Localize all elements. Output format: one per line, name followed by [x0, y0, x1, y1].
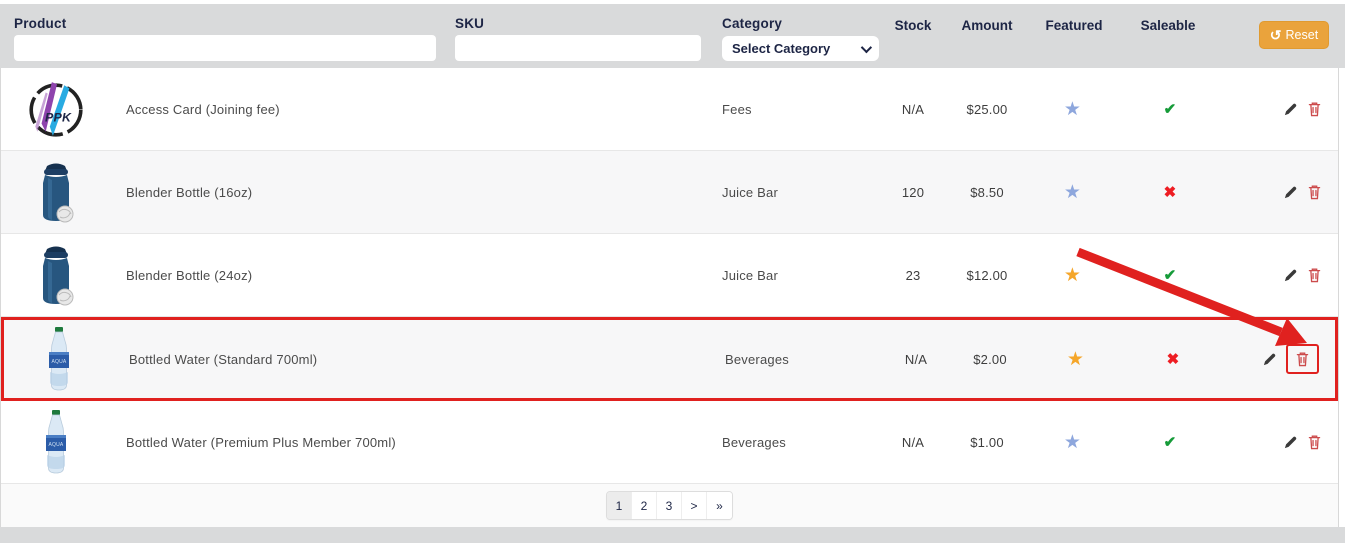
sku-filter-label: SKU — [455, 16, 484, 31]
featured-star-icon[interactable]: ★ — [1033, 350, 1118, 369]
row-actions — [1225, 184, 1338, 200]
product-image-cell: AQUA — [1, 409, 110, 475]
chevron-down-icon — [861, 41, 872, 52]
edit-pencil-icon[interactable] — [1283, 102, 1298, 117]
product-image-cell — [1, 160, 110, 224]
page-button-2[interactable]: 2 — [632, 492, 657, 519]
delete-trash-icon[interactable] — [1307, 101, 1322, 117]
sku-filter-input[interactable] — [455, 35, 701, 61]
blender-bottle-image — [33, 160, 79, 224]
edit-pencil-icon[interactable] — [1262, 352, 1277, 367]
table-footer: 1 2 3 > » — [0, 484, 1339, 527]
featured-column-header: Featured — [1030, 18, 1118, 33]
saleable-check-icon[interactable]: ✔ — [1115, 435, 1225, 450]
product-name: Blender Bottle (16oz) — [110, 185, 722, 200]
table-row: AQUA Bottled Water (Premium Plus Member … — [1, 401, 1338, 484]
saleable-cross-icon[interactable]: ✖ — [1118, 352, 1228, 367]
page-button-next[interactable]: > — [682, 492, 707, 519]
product-amount: $1.00 — [944, 435, 1030, 450]
product-name: Blender Bottle (24oz) — [110, 268, 722, 283]
product-name: Access Card (Joining fee) — [110, 102, 722, 117]
saleable-check-icon[interactable]: ✔ — [1115, 102, 1225, 117]
reset-undo-icon: ↺ — [1270, 28, 1282, 42]
filter-bar: Product SKU Category Select Category Sto… — [0, 4, 1345, 68]
product-image-cell: PPK — [1, 78, 110, 140]
featured-star-icon[interactable]: ★ — [1030, 100, 1115, 119]
blender-bottle-image — [33, 243, 79, 307]
product-name: Bottled Water (Premium Plus Member 700ml… — [110, 435, 722, 450]
category-filter-label: Category — [722, 16, 782, 31]
edit-pencil-icon[interactable] — [1283, 435, 1298, 450]
svg-text:AQUA: AQUA — [48, 442, 63, 448]
product-category: Juice Bar — [722, 268, 882, 283]
product-filter-input[interactable] — [14, 35, 436, 61]
delete-trash-icon[interactable] — [1307, 267, 1322, 283]
product-stock: 120 — [882, 185, 944, 200]
featured-star-icon[interactable]: ★ — [1030, 183, 1115, 202]
reset-button-label: Reset — [1286, 28, 1319, 42]
product-amount: $2.00 — [947, 352, 1033, 367]
edit-pencil-icon[interactable] — [1283, 268, 1298, 283]
product-category: Beverages — [722, 435, 882, 450]
pagination: 1 2 3 > » — [606, 491, 733, 520]
ppk-logo-image: PPK — [25, 78, 87, 140]
table-row: Blender Bottle (16oz) Juice Bar 120 $8.5… — [1, 151, 1338, 234]
product-filter-label: Product — [14, 16, 66, 31]
edit-pencil-icon[interactable] — [1283, 185, 1298, 200]
product-category: Juice Bar — [722, 185, 882, 200]
row-actions — [1225, 101, 1338, 117]
products-table: PPK Access Card (Joining fee) Fees N/A $… — [0, 68, 1339, 484]
featured-star-icon[interactable]: ★ — [1030, 266, 1115, 285]
row-actions — [1228, 344, 1335, 374]
page-button-3[interactable]: 3 — [657, 492, 682, 519]
table-row: PPK Access Card (Joining fee) Fees N/A $… — [1, 68, 1338, 151]
delete-trash-icon[interactable] — [1307, 184, 1322, 200]
table-row: Blender Bottle (24oz) Juice Bar 23 $12.0… — [1, 234, 1338, 317]
page-button-1[interactable]: 1 — [607, 492, 632, 519]
product-name: Bottled Water (Standard 700ml) — [113, 352, 725, 367]
delete-trash-icon[interactable] — [1307, 434, 1322, 450]
product-amount: $12.00 — [944, 268, 1030, 283]
category-select[interactable]: Select Category — [722, 36, 879, 61]
page-button-last[interactable]: » — [707, 492, 732, 519]
saleable-cross-icon[interactable]: ✖ — [1115, 185, 1225, 200]
row-actions — [1225, 267, 1338, 283]
product-stock: N/A — [882, 435, 944, 450]
svg-text:PPK: PPK — [45, 110, 72, 124]
featured-star-icon[interactable]: ★ — [1030, 433, 1115, 452]
product-stock: N/A — [885, 352, 947, 367]
page-background-strip — [0, 527, 1345, 543]
water-bottle-image: AQUA — [41, 409, 71, 475]
product-category: Beverages — [725, 352, 885, 367]
saleable-column-header: Saleable — [1118, 18, 1218, 33]
table-row-highlighted: AQUA Bottled Water (Standard 700ml) Beve… — [1, 317, 1338, 401]
product-amount: $8.50 — [944, 185, 1030, 200]
product-image-cell: AQUA — [4, 326, 113, 392]
product-amount: $25.00 — [944, 102, 1030, 117]
product-category: Fees — [722, 102, 882, 117]
reset-button[interactable]: ↺ Reset — [1259, 21, 1329, 49]
product-stock: N/A — [882, 102, 944, 117]
product-stock: 23 — [882, 268, 944, 283]
products-page: Product SKU Category Select Category Sto… — [0, 0, 1345, 543]
delete-trash-icon-highlighted[interactable] — [1286, 344, 1319, 374]
category-select-value: Select Category — [732, 41, 830, 56]
stock-column-header: Stock — [882, 18, 944, 33]
svg-text:AQUA: AQUA — [51, 359, 66, 365]
amount-column-header: Amount — [944, 18, 1030, 33]
product-image-cell — [1, 243, 110, 307]
saleable-check-icon[interactable]: ✔ — [1115, 268, 1225, 283]
water-bottle-image: AQUA — [44, 326, 74, 392]
row-actions — [1225, 434, 1338, 450]
